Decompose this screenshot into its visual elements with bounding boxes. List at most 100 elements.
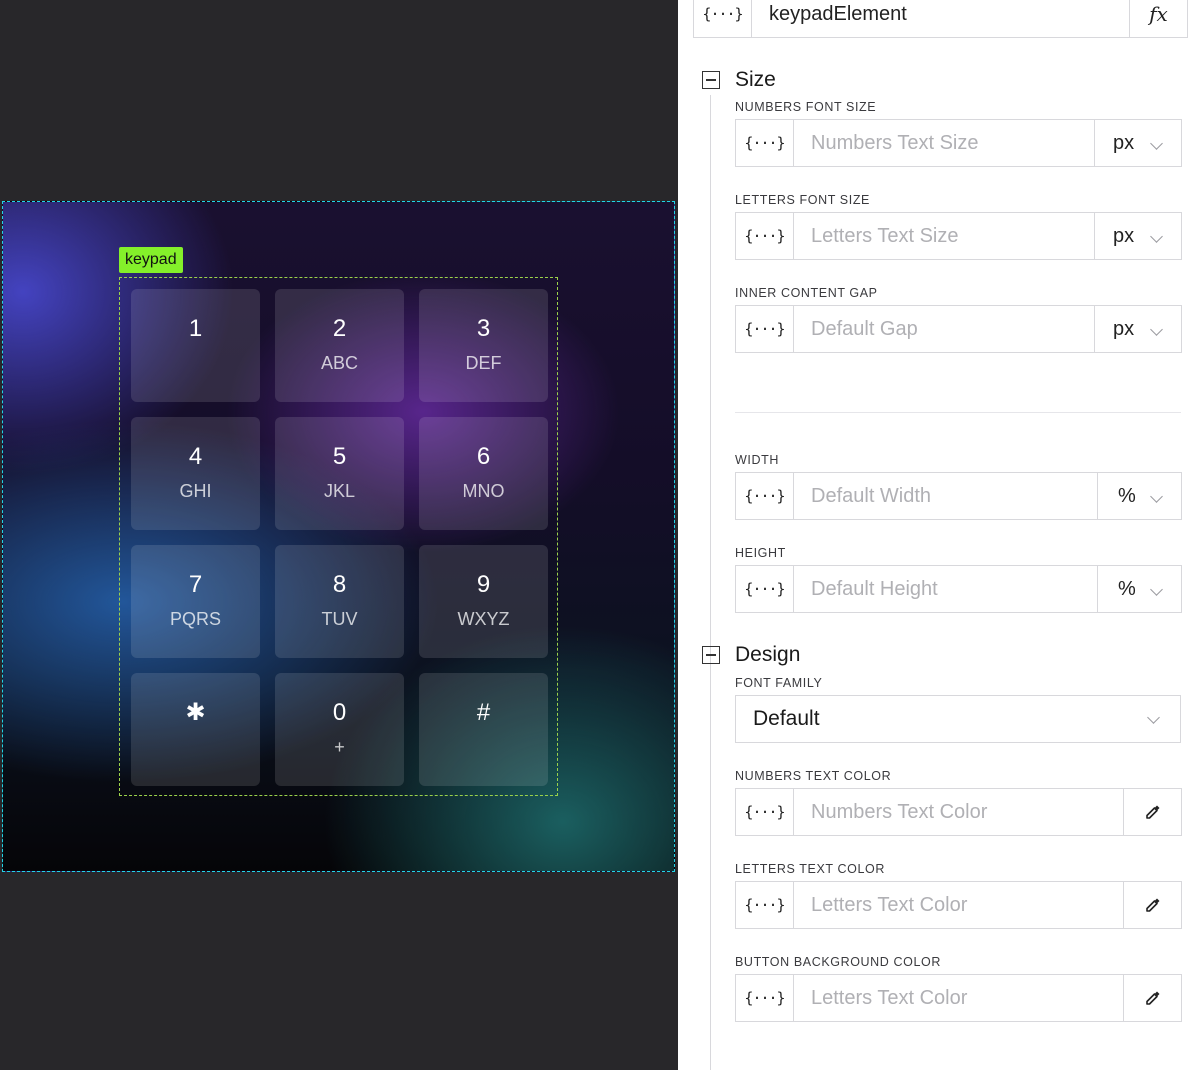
- key-hash[interactable]: #: [419, 673, 548, 786]
- key-number: 0: [332, 699, 347, 726]
- letters-font-size-input[interactable]: [794, 213, 1094, 259]
- chevron-down-icon: [1150, 583, 1163, 596]
- key-letters: ABC: [320, 353, 358, 373]
- color-picker-button[interactable]: [1123, 975, 1181, 1021]
- keypad-element-tag: keypad: [119, 247, 183, 273]
- key-6[interactable]: 6 MNO: [419, 417, 548, 530]
- unit-select[interactable]: px: [1094, 120, 1181, 166]
- font-family-value: Default: [753, 707, 820, 730]
- letters-font-size-field: {···} px: [735, 212, 1182, 260]
- key-1[interactable]: 1: [131, 289, 260, 402]
- key-0[interactable]: 0 +: [275, 673, 404, 786]
- key-letters: +: [334, 737, 345, 757]
- key-star[interactable]: ✱: [131, 673, 260, 786]
- keypad-element[interactable]: 1 2 ABC 3 DEF 4 GHI 5 JKL 6 MNO 7 PQRS 8: [119, 277, 558, 796]
- key-4[interactable]: 4 GHI: [131, 417, 260, 530]
- unit-select[interactable]: %: [1097, 566, 1181, 612]
- unit-value: %: [1118, 484, 1136, 507]
- variable-binding-button[interactable]: {···}: [736, 566, 794, 612]
- letters-color-input[interactable]: [794, 882, 1123, 928]
- variable-binding-button[interactable]: {···}: [736, 306, 794, 352]
- variable-binding-button[interactable]: {···}: [736, 789, 794, 835]
- size-section-header[interactable]: Size: [702, 68, 776, 92]
- key-3[interactable]: 3 DEF: [419, 289, 548, 402]
- key-7[interactable]: 7 PQRS: [131, 545, 260, 658]
- collapse-icon[interactable]: [702, 71, 720, 89]
- unit-value: px: [1113, 317, 1135, 340]
- chevron-down-icon: [1150, 490, 1163, 503]
- variable-binding-button[interactable]: {···}: [736, 120, 794, 166]
- key-letters: GHI: [179, 481, 212, 501]
- properties-panel: {···} fx Size NUMBERS FONT SIZE {···} px…: [678, 0, 1200, 1070]
- key-letters: PQRS: [169, 609, 221, 629]
- field-label: NUMBERS TEXT COLOR: [735, 769, 892, 783]
- numbers-font-size-field: {···} px: [735, 119, 1182, 167]
- numbers-color-input[interactable]: [794, 789, 1123, 835]
- key-letters: MNO: [462, 481, 505, 501]
- field-label: FONT FAMILY: [735, 676, 823, 690]
- chevron-down-icon: [1150, 323, 1163, 336]
- variable-binding-button[interactable]: {···}: [694, 0, 752, 37]
- key-number: 6: [476, 443, 491, 470]
- unit-value: px: [1113, 224, 1135, 247]
- variable-binding-button[interactable]: {···}: [736, 975, 794, 1021]
- font-family-select[interactable]: Default: [735, 695, 1181, 743]
- field-label: NUMBERS FONT SIZE: [735, 100, 877, 114]
- key-letters: WXYZ: [457, 609, 510, 629]
- key-2[interactable]: 2 ABC: [275, 289, 404, 402]
- width-input[interactable]: [794, 473, 1097, 519]
- element-name-field: {···} fx: [693, 0, 1188, 38]
- key-letters: TUV: [321, 609, 358, 629]
- inner-gap-input[interactable]: [794, 306, 1094, 352]
- variable-binding-button[interactable]: {···}: [736, 213, 794, 259]
- key-number: #: [476, 699, 491, 726]
- key-number: 1: [188, 315, 203, 342]
- field-label: HEIGHT: [735, 546, 786, 560]
- numbers-color-field: {···}: [735, 788, 1182, 836]
- color-picker-button[interactable]: [1123, 789, 1181, 835]
- key-number: ✱: [185, 699, 206, 726]
- eyedropper-icon: [1145, 898, 1159, 912]
- unit-select[interactable]: px: [1094, 213, 1181, 259]
- unit-select[interactable]: %: [1097, 473, 1181, 519]
- element-name-input[interactable]: [752, 0, 1129, 37]
- collapse-icon[interactable]: [702, 646, 720, 664]
- field-label: LETTERS TEXT COLOR: [735, 862, 885, 876]
- letters-color-field: {···}: [735, 881, 1182, 929]
- chevron-down-icon: [1150, 230, 1163, 243]
- section-title: Size: [735, 68, 776, 91]
- height-input[interactable]: [794, 566, 1097, 612]
- key-number: 3: [476, 315, 491, 342]
- key-5[interactable]: 5 JKL: [275, 417, 404, 530]
- field-label: INNER CONTENT GAP: [735, 286, 878, 300]
- formula-button[interactable]: fx: [1129, 0, 1187, 37]
- chevron-down-icon: [1147, 711, 1160, 724]
- unit-value: %: [1118, 577, 1136, 600]
- variable-binding-button[interactable]: {···}: [736, 882, 794, 928]
- key-number: 2: [332, 315, 347, 342]
- color-picker-button[interactable]: [1123, 882, 1181, 928]
- eyedropper-icon: [1145, 991, 1159, 1005]
- key-9[interactable]: 9 WXYZ: [419, 545, 548, 658]
- key-number: 4: [188, 443, 203, 470]
- key-number: 7: [188, 571, 203, 598]
- design-canvas[interactable]: keypad 1 2 ABC 3 DEF 4 GHI 5 JKL 6 MNO 7…: [0, 0, 678, 1070]
- key-number: 8: [332, 571, 347, 598]
- variable-binding-button[interactable]: {···}: [736, 473, 794, 519]
- key-8[interactable]: 8 TUV: [275, 545, 404, 658]
- height-field: {···} %: [735, 565, 1182, 613]
- key-letters: JKL: [323, 481, 356, 501]
- unit-select[interactable]: px: [1094, 306, 1181, 352]
- eyedropper-icon: [1145, 805, 1159, 819]
- section-title: Design: [735, 643, 801, 666]
- design-section-header[interactable]: Design: [702, 643, 800, 667]
- field-label: LETTERS FONT SIZE: [735, 193, 870, 207]
- numbers-font-size-input[interactable]: [794, 120, 1094, 166]
- key-number: 5: [332, 443, 347, 470]
- chevron-down-icon: [1150, 137, 1163, 150]
- button-bg-color-input[interactable]: [794, 975, 1123, 1021]
- key-number: 9: [476, 571, 491, 598]
- button-bg-color-field: {···}: [735, 974, 1182, 1022]
- section-divider: [735, 412, 1181, 413]
- field-label: BUTTON BACKGROUND COLOR: [735, 955, 941, 969]
